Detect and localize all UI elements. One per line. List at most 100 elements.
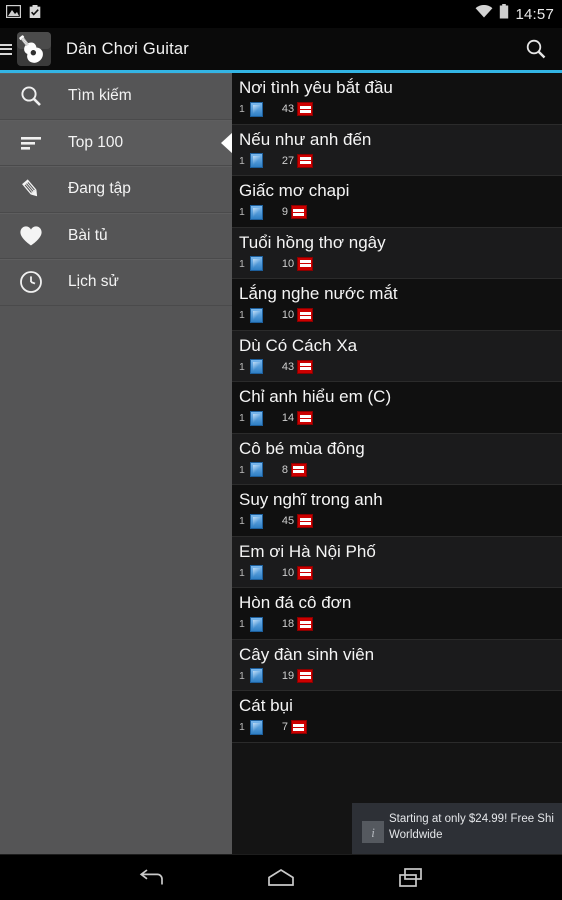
video-count: 43 [281, 360, 295, 373]
song-title: Hòn đá cô đơn [239, 593, 352, 612]
song-title: Nơi tình yêu bắt đầu [239, 78, 393, 97]
song-meta: 1 43 [239, 359, 562, 375]
sidebar-item-top-100[interactable]: Top 100 [0, 119, 233, 166]
video-count: 9 [281, 206, 288, 218]
recent-apps-icon[interactable] [388, 858, 434, 898]
song-meta: 1 14 [239, 410, 562, 426]
chord-sheet-icon [249, 462, 263, 477]
song-meta: 1 45 [239, 513, 562, 529]
youtube-icon [297, 102, 314, 116]
youtube-icon [290, 205, 307, 219]
song-list-item[interactable]: Cát bụi 1 7 [232, 691, 562, 743]
song-meta: 1 10 [239, 565, 562, 581]
checkbox-checked-icon [28, 4, 42, 24]
sidebar-item-dang-tap[interactable]: Đang tập [0, 166, 232, 213]
ad-text: Starting at only $24.99! Free Shi Worldw… [389, 811, 562, 843]
status-bar-notifications [5, 4, 42, 24]
video-count: 27 [281, 154, 295, 167]
page-title: Dân Chơi Guitar [66, 39, 189, 58]
song-list-item[interactable]: Suy nghĩ trong anh 1 45 [232, 485, 562, 537]
song-list-item[interactable]: Hòn đá cô đơn 1 18 [232, 588, 562, 640]
guitar-logo-icon [14, 29, 54, 69]
chord-sheet-icon [249, 307, 263, 323]
video-count: 19 [281, 669, 295, 682]
ad-text-line-2: Worldwide [389, 829, 443, 841]
youtube-icon [297, 308, 314, 322]
ad-banner[interactable]: i Starting at only $24.99! Free Shi Worl… [232, 803, 562, 855]
video-count: 10 [281, 309, 295, 321]
youtube-icon [297, 359, 314, 374]
song-list[interactable]: Nơi tình yêu bắt đầu 1 43 Nếu như anh đến 1 2… [232, 73, 562, 855]
clock-icon [16, 267, 46, 297]
battery-icon [499, 4, 509, 24]
youtube-icon [297, 153, 314, 168]
song-list-item[interactable]: Cây đàn sinh viên 1 19 [232, 639, 562, 691]
video-count: 10 [281, 566, 295, 579]
song-title: Dù Có Cách Xa [239, 335, 358, 355]
back-arrow-icon[interactable] [128, 858, 174, 898]
song-meta: 1 18 [239, 616, 562, 632]
chord-count: 1 [239, 309, 245, 321]
sidebar-item-label: Bài tủ [68, 226, 108, 244]
action-bar: Dân Chơi Guitar [0, 28, 562, 70]
system-nav-bar [0, 855, 562, 900]
youtube-icon [297, 514, 314, 528]
chord-sheet-icon [249, 565, 263, 580]
sidebar-item-bai-tu[interactable]: Bài tủ [0, 212, 232, 259]
chord-sheet-icon [249, 513, 263, 529]
sidebar-item-label: Top 100 [68, 133, 124, 151]
song-list-item[interactable]: Cô bé mùa đông 1 8 [232, 433, 562, 485]
sidebar-item-label: Tìm kiếm [68, 87, 132, 105]
info-glyph: i [371, 824, 375, 840]
video-count: 14 [281, 412, 295, 424]
youtube-icon [290, 462, 307, 477]
chord-count: 1 [239, 566, 245, 579]
song-list-item[interactable]: Tuổi hồng thơ ngây 1 10 [232, 227, 562, 279]
song-list-item[interactable]: Nếu như anh đến 1 27 [232, 124, 562, 176]
navigation-drawer: Tìm kiếm Top 100 Đang tập Bài tủ Lịch sử [0, 73, 233, 855]
video-count: 7 [281, 721, 288, 733]
video-count: 45 [281, 515, 295, 527]
search-icon [16, 81, 46, 111]
info-icon[interactable]: i [362, 821, 384, 843]
song-title: Suy nghĩ trong anh [239, 490, 383, 509]
song-list-item[interactable]: Giấc mơ chapi 1 9 [232, 176, 562, 228]
video-count: 43 [281, 103, 295, 115]
chord-count: 1 [239, 618, 245, 630]
song-title: Cát bụi [239, 696, 293, 715]
chord-sheet-icon [249, 668, 263, 683]
chord-sheet-icon [249, 410, 263, 426]
chord-sheet-icon [249, 719, 263, 735]
video-count: 10 [281, 257, 295, 270]
hamburger-menu-icon[interactable] [0, 28, 12, 70]
youtube-icon [297, 617, 314, 631]
chord-count: 1 [239, 669, 245, 682]
song-list-item[interactable]: Nơi tình yêu bắt đầu 1 43 [232, 73, 562, 125]
sidebar-item-label: Lịch sử [68, 273, 119, 291]
status-bar: 14:57 [0, 0, 562, 28]
song-title: Chỉ anh hiểu em (C) [239, 387, 392, 406]
chord-count: 1 [239, 463, 245, 476]
sidebar-item-label: Đang tập [68, 180, 131, 198]
chord-count: 1 [239, 412, 245, 424]
song-list-item[interactable]: Chỉ anh hiểu em (C) 1 14 [232, 382, 562, 434]
search-icon[interactable] [510, 28, 562, 70]
chord-count: 1 [239, 721, 245, 733]
song-meta: 1 10 [239, 307, 562, 323]
chord-sheet-icon [249, 153, 263, 168]
song-list-item[interactable]: Dù Có Cách Xa 1 43 [232, 330, 562, 382]
home-icon[interactable] [258, 858, 304, 898]
heart-icon [16, 221, 46, 251]
sidebar-item-lich-su[interactable]: Lịch sử [0, 259, 232, 306]
sidebar-item-tim-kiem[interactable]: Tìm kiếm [0, 73, 232, 120]
chord-sheet-icon [249, 101, 263, 117]
song-list-item[interactable]: Em ơi Hà Nội Phố 1 10 [232, 536, 562, 588]
song-meta: 1 19 [239, 668, 562, 684]
wifi-icon [475, 4, 493, 24]
chord-sheet-icon [249, 204, 263, 220]
song-title: Nếu như anh đến [239, 129, 372, 149]
song-title: Tuổi hồng thơ ngây [239, 232, 386, 252]
song-list-item[interactable]: Lắng nghe nước mắt 1 10 [232, 279, 562, 331]
youtube-icon [297, 411, 314, 425]
status-bar-system: 14:57 [475, 4, 554, 24]
